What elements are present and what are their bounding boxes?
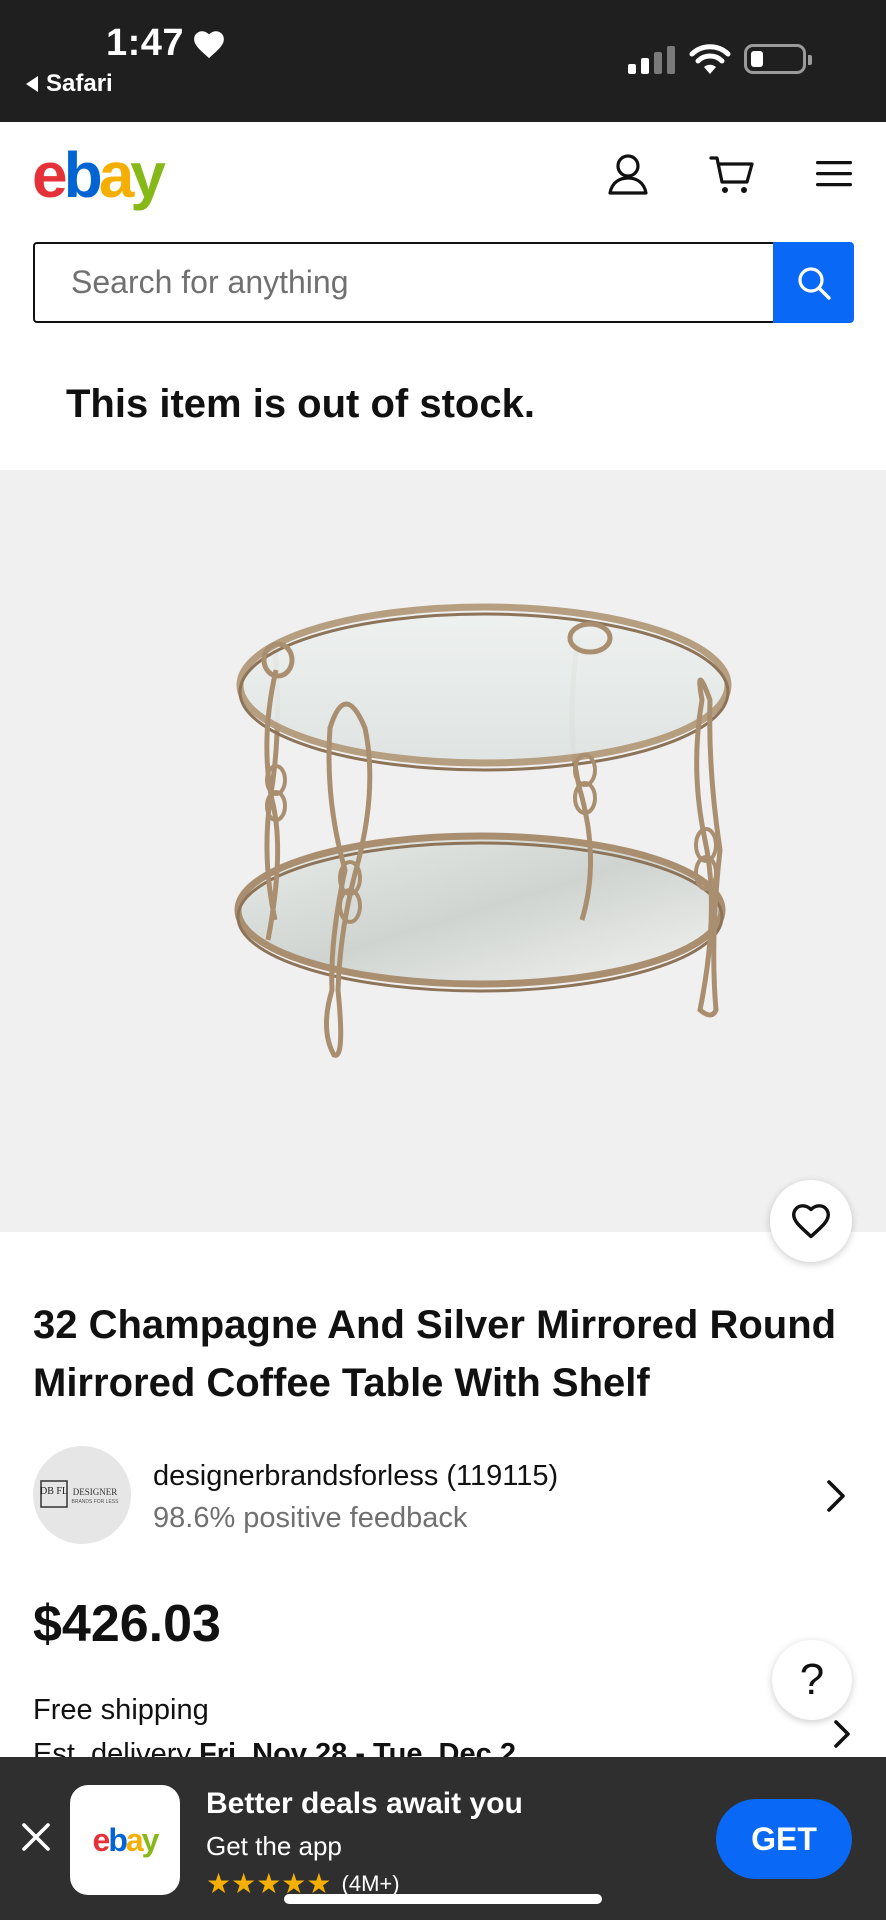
- close-icon[interactable]: [16, 1817, 56, 1857]
- search-placeholder: Search for anything: [71, 264, 349, 300]
- search-bar: Search for anything: [33, 242, 854, 323]
- svg-text:BRANDS FOR LESS: BRANDS FOR LESS: [72, 1499, 120, 1505]
- out-of-stock-notice: This item is out of stock.: [66, 382, 535, 426]
- help-button[interactable]: ?: [772, 1640, 852, 1720]
- seller-info[interactable]: DB FL DESIGNER BRANDS FOR LESS designerb…: [33, 1446, 853, 1546]
- product-image[interactable]: [0, 470, 886, 1232]
- rating-count: (4M+): [341, 1870, 400, 1896]
- wifi-icon: [689, 44, 731, 74]
- home-indicator[interactable]: [284, 1894, 602, 1904]
- chevron-right-icon[interactable]: [826, 1716, 856, 1752]
- account-icon[interactable]: [604, 150, 652, 198]
- svg-text:DB FL: DB FL: [40, 1486, 68, 1497]
- back-arrow-icon: [26, 76, 38, 92]
- cart-icon[interactable]: [708, 150, 756, 198]
- heart-icon: [194, 30, 224, 58]
- menu-icon[interactable]: [810, 150, 858, 198]
- time-text: 1:47: [106, 22, 185, 64]
- seller-name[interactable]: designerbrandsforless (119115): [153, 1460, 558, 1493]
- site-header: ebay: [0, 122, 886, 232]
- heart-outline-icon: [792, 1204, 830, 1239]
- svg-text:DESIGNER: DESIGNER: [73, 1487, 118, 1497]
- status-time: 1:47: [106, 22, 226, 65]
- banner-title: Better deals await you: [206, 1787, 523, 1820]
- banner-subtitle: Get the app: [206, 1831, 342, 1861]
- search-input[interactable]: Search for anything: [33, 242, 775, 323]
- shipping-info: Free shipping: [33, 1694, 209, 1726]
- get-app-button[interactable]: GET: [716, 1799, 852, 1879]
- chevron-right-icon[interactable]: [817, 1476, 853, 1516]
- battery-icon: [744, 44, 812, 74]
- ebay-app-icon: ebay: [70, 1785, 180, 1895]
- watch-button[interactable]: [770, 1180, 852, 1262]
- seller-feedback: 98.6% positive feedback: [153, 1502, 468, 1534]
- ebay-logo[interactable]: ebay: [32, 140, 166, 210]
- status-bar: 1:47 Safari: [0, 0, 886, 122]
- search-icon: [797, 266, 831, 300]
- product-title: 32 Champagne And Silver Mirrored Round M…: [33, 1303, 837, 1405]
- signal-icon: [628, 44, 675, 74]
- back-to-safari[interactable]: Safari: [26, 70, 113, 98]
- back-app-label: Safari: [46, 70, 113, 97]
- seller-avatar: DB FL DESIGNER BRANDS FOR LESS: [33, 1446, 131, 1544]
- search-button[interactable]: [773, 242, 854, 323]
- coffee-table-image: [234, 603, 732, 1058]
- product-price: $426.03: [33, 1595, 221, 1653]
